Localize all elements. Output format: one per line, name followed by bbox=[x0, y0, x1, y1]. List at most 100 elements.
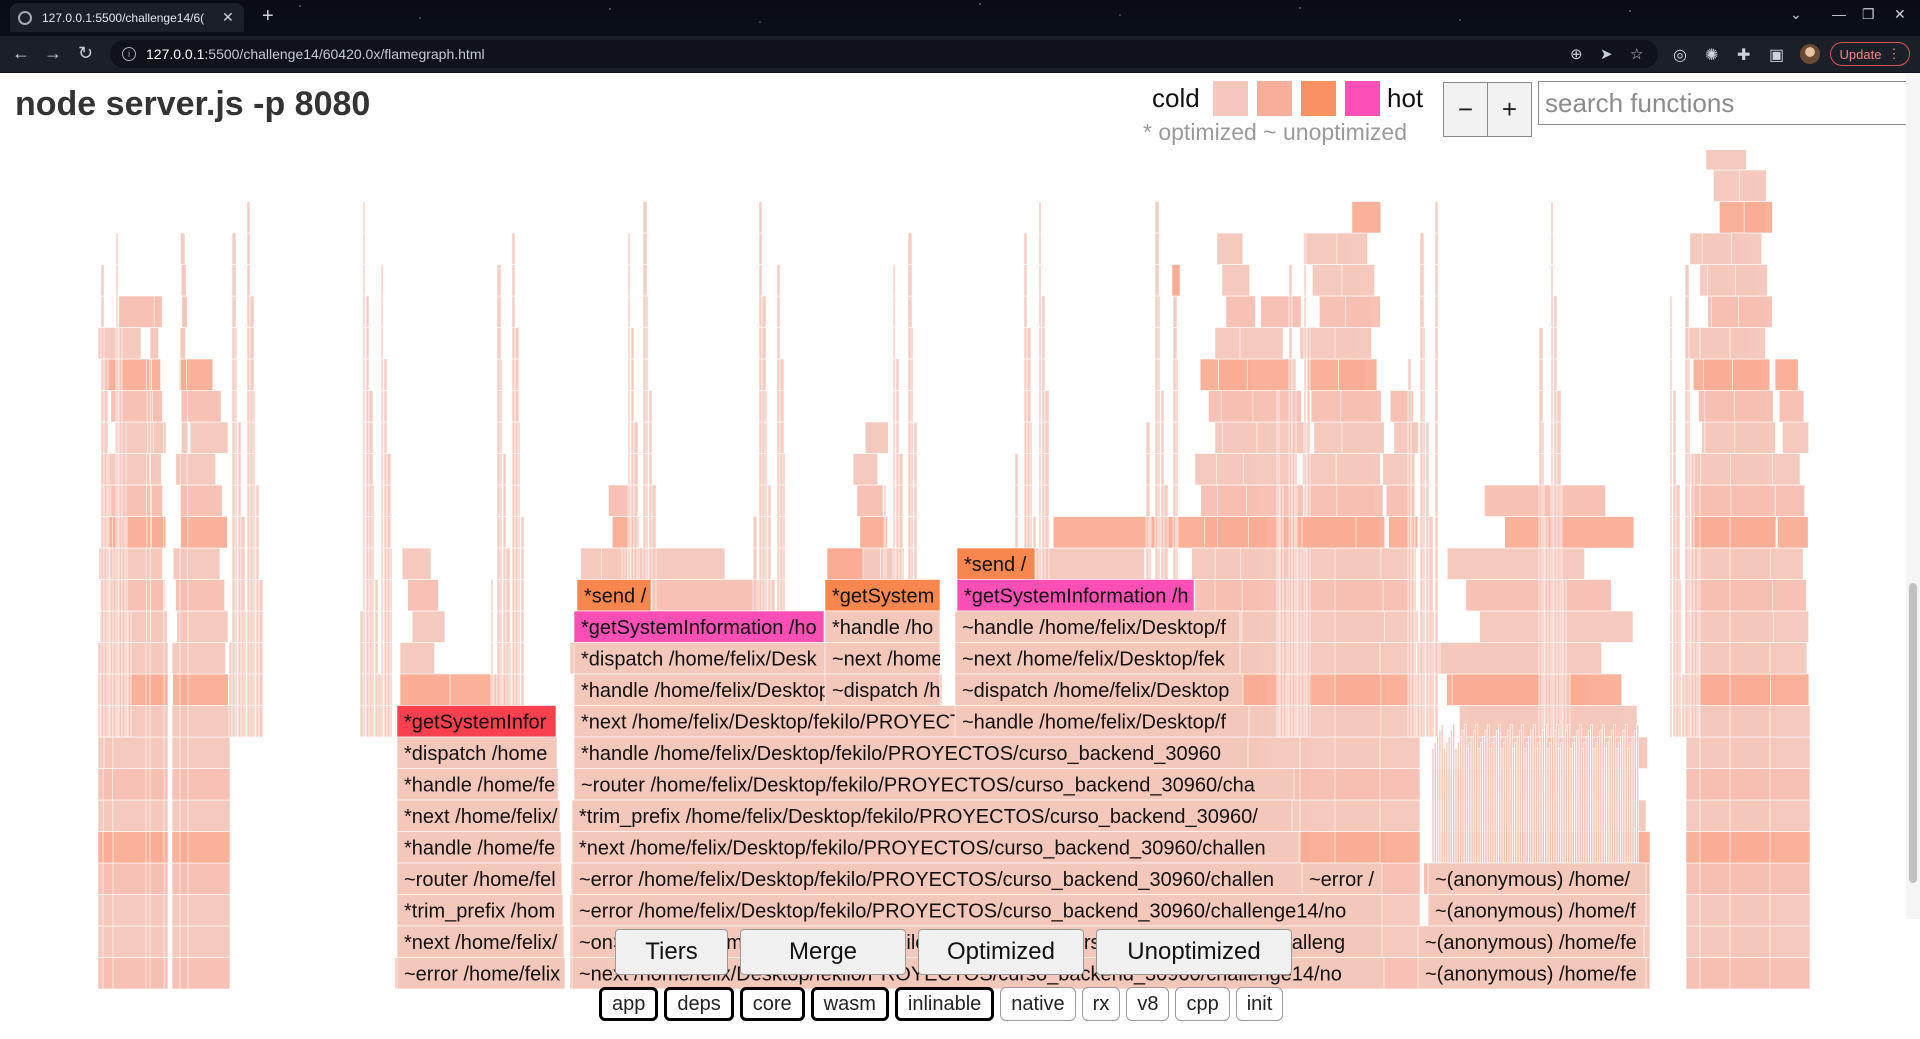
stack-frame[interactable] bbox=[1288, 327, 1293, 360]
stack-frame[interactable] bbox=[1559, 579, 1563, 612]
stack-frame[interactable] bbox=[490, 579, 494, 612]
stack-frame[interactable] bbox=[1672, 547, 1677, 580]
flamegraph-frame[interactable]: ~router /home/felix/Desktop/fekilo/PROYE… bbox=[573, 768, 1295, 801]
stack-frame[interactable] bbox=[365, 453, 370, 486]
stack-frame[interactable] bbox=[246, 673, 251, 706]
stack-frame[interactable] bbox=[1422, 705, 1426, 738]
stack-frame[interactable] bbox=[1422, 516, 1426, 549]
stack-frame[interactable] bbox=[127, 642, 132, 675]
stack-frame[interactable] bbox=[517, 516, 521, 549]
stack-frame[interactable] bbox=[520, 673, 525, 706]
stack-frame[interactable] bbox=[1276, 547, 1280, 580]
stack-frame[interactable] bbox=[1171, 264, 1181, 297]
stack-frame[interactable] bbox=[1553, 579, 1558, 612]
stack-frame[interactable] bbox=[115, 705, 119, 738]
stack-frame[interactable] bbox=[1769, 768, 1811, 801]
stack-frame[interactable] bbox=[883, 484, 887, 517]
stack-frame[interactable] bbox=[115, 610, 119, 643]
filter-app-button[interactable]: app bbox=[599, 987, 659, 1021]
stack-frame[interactable] bbox=[1425, 705, 1430, 738]
stack-frame[interactable] bbox=[118, 358, 123, 391]
filter-deps-button[interactable]: deps bbox=[664, 987, 734, 1021]
tiers-button[interactable]: Tiers bbox=[615, 929, 728, 975]
filter-inlinable-button[interactable]: inlinable bbox=[894, 987, 995, 1021]
stack-frame[interactable] bbox=[115, 673, 119, 706]
stack-frame[interactable] bbox=[782, 579, 786, 612]
stack-frame[interactable] bbox=[368, 390, 374, 423]
stack-frame[interactable] bbox=[1157, 327, 1161, 360]
minimize-icon[interactable]: — bbox=[1832, 6, 1846, 22]
stack-frame[interactable] bbox=[115, 642, 119, 675]
stack-frame[interactable] bbox=[1023, 421, 1028, 454]
stack-frame[interactable] bbox=[383, 453, 388, 486]
stack-frame[interactable] bbox=[1672, 579, 1677, 612]
stack-frame[interactable] bbox=[1038, 516, 1042, 549]
forward-icon[interactable]: → bbox=[44, 43, 62, 64]
stack-frame[interactable] bbox=[1288, 705, 1293, 738]
stack-frame[interactable] bbox=[1428, 579, 1434, 612]
stack-frame[interactable] bbox=[179, 831, 189, 864]
stack-frame[interactable] bbox=[1528, 736, 1531, 864]
stack-frame[interactable] bbox=[179, 642, 189, 675]
stack-frame[interactable] bbox=[648, 453, 653, 486]
stack-frame[interactable] bbox=[511, 264, 516, 297]
flamegraph-frame[interactable]: ~dispatch /h bbox=[824, 673, 941, 706]
stack-frame[interactable] bbox=[892, 295, 896, 328]
stack-frame[interactable] bbox=[1407, 484, 1412, 517]
stack-frame[interactable] bbox=[234, 453, 238, 486]
stack-frame[interactable] bbox=[1434, 547, 1439, 580]
stack-frame[interactable] bbox=[1669, 453, 1673, 486]
stack-frame[interactable] bbox=[1379, 925, 1421, 958]
stack-frame[interactable] bbox=[179, 925, 189, 958]
stack-frame[interactable] bbox=[776, 295, 781, 328]
stack-frame[interactable] bbox=[1175, 547, 1179, 580]
stack-frame[interactable] bbox=[1288, 453, 1293, 486]
stack-frame[interactable] bbox=[1222, 421, 1260, 454]
stack-frame[interactable] bbox=[511, 484, 516, 517]
stack-frame[interactable] bbox=[627, 327, 631, 360]
stack-frame[interactable] bbox=[1276, 673, 1280, 706]
stack-frame[interactable] bbox=[1556, 453, 1562, 486]
stack-frame[interactable] bbox=[1729, 925, 1777, 958]
stack-frame[interactable] bbox=[1620, 736, 1623, 864]
stack-frame[interactable] bbox=[826, 547, 864, 580]
stack-frame[interactable] bbox=[770, 579, 776, 612]
stack-frame[interactable] bbox=[895, 484, 900, 517]
stack-frame[interactable] bbox=[383, 642, 388, 675]
stack-frame[interactable] bbox=[246, 201, 251, 234]
stack-frame[interactable] bbox=[181, 295, 188, 328]
extension-gear-icon[interactable]: ✺ bbox=[1705, 45, 1718, 65]
stack-frame[interactable] bbox=[627, 547, 631, 580]
stack-frame[interactable] bbox=[782, 484, 786, 517]
stack-frame[interactable] bbox=[150, 579, 164, 612]
stack-frame[interactable] bbox=[1306, 610, 1311, 643]
stack-frame[interactable] bbox=[1303, 421, 1307, 454]
stack-frame[interactable] bbox=[1407, 642, 1412, 675]
stack-frame[interactable] bbox=[648, 516, 653, 549]
stack-frame[interactable] bbox=[181, 421, 189, 454]
stack-frame[interactable] bbox=[1282, 642, 1288, 675]
stack-frame[interactable] bbox=[1157, 421, 1161, 454]
stack-frame[interactable] bbox=[517, 673, 521, 706]
stack-frame[interactable] bbox=[499, 673, 503, 706]
close-window-icon[interactable]: ✕ bbox=[1894, 6, 1906, 23]
stack-frame[interactable] bbox=[1465, 579, 1612, 612]
stack-frame[interactable] bbox=[776, 453, 781, 486]
stack-frame[interactable] bbox=[1306, 327, 1311, 360]
stack-frame[interactable] bbox=[1044, 390, 1050, 423]
stack-frame[interactable] bbox=[1431, 610, 1435, 643]
stack-frame[interactable] bbox=[365, 421, 370, 454]
stack-frame[interactable] bbox=[389, 673, 393, 706]
stack-frame[interactable] bbox=[255, 610, 260, 643]
stack-frame[interactable] bbox=[1618, 742, 1621, 864]
stack-frame[interactable] bbox=[1514, 742, 1518, 864]
stack-frame[interactable] bbox=[907, 264, 913, 297]
stack-frame[interactable] bbox=[1496, 730, 1499, 864]
flamegraph-frame[interactable]: *getSystemInfor bbox=[396, 705, 557, 738]
stack-frame[interactable] bbox=[758, 579, 763, 612]
stack-frame[interactable] bbox=[1696, 673, 1700, 706]
stack-frame[interactable] bbox=[100, 610, 105, 643]
stack-frame[interactable] bbox=[100, 295, 105, 328]
stack-frame[interactable] bbox=[1434, 484, 1439, 517]
flamegraph-frame[interactable]: ~(anonymous) /home/fe bbox=[1417, 925, 1645, 958]
